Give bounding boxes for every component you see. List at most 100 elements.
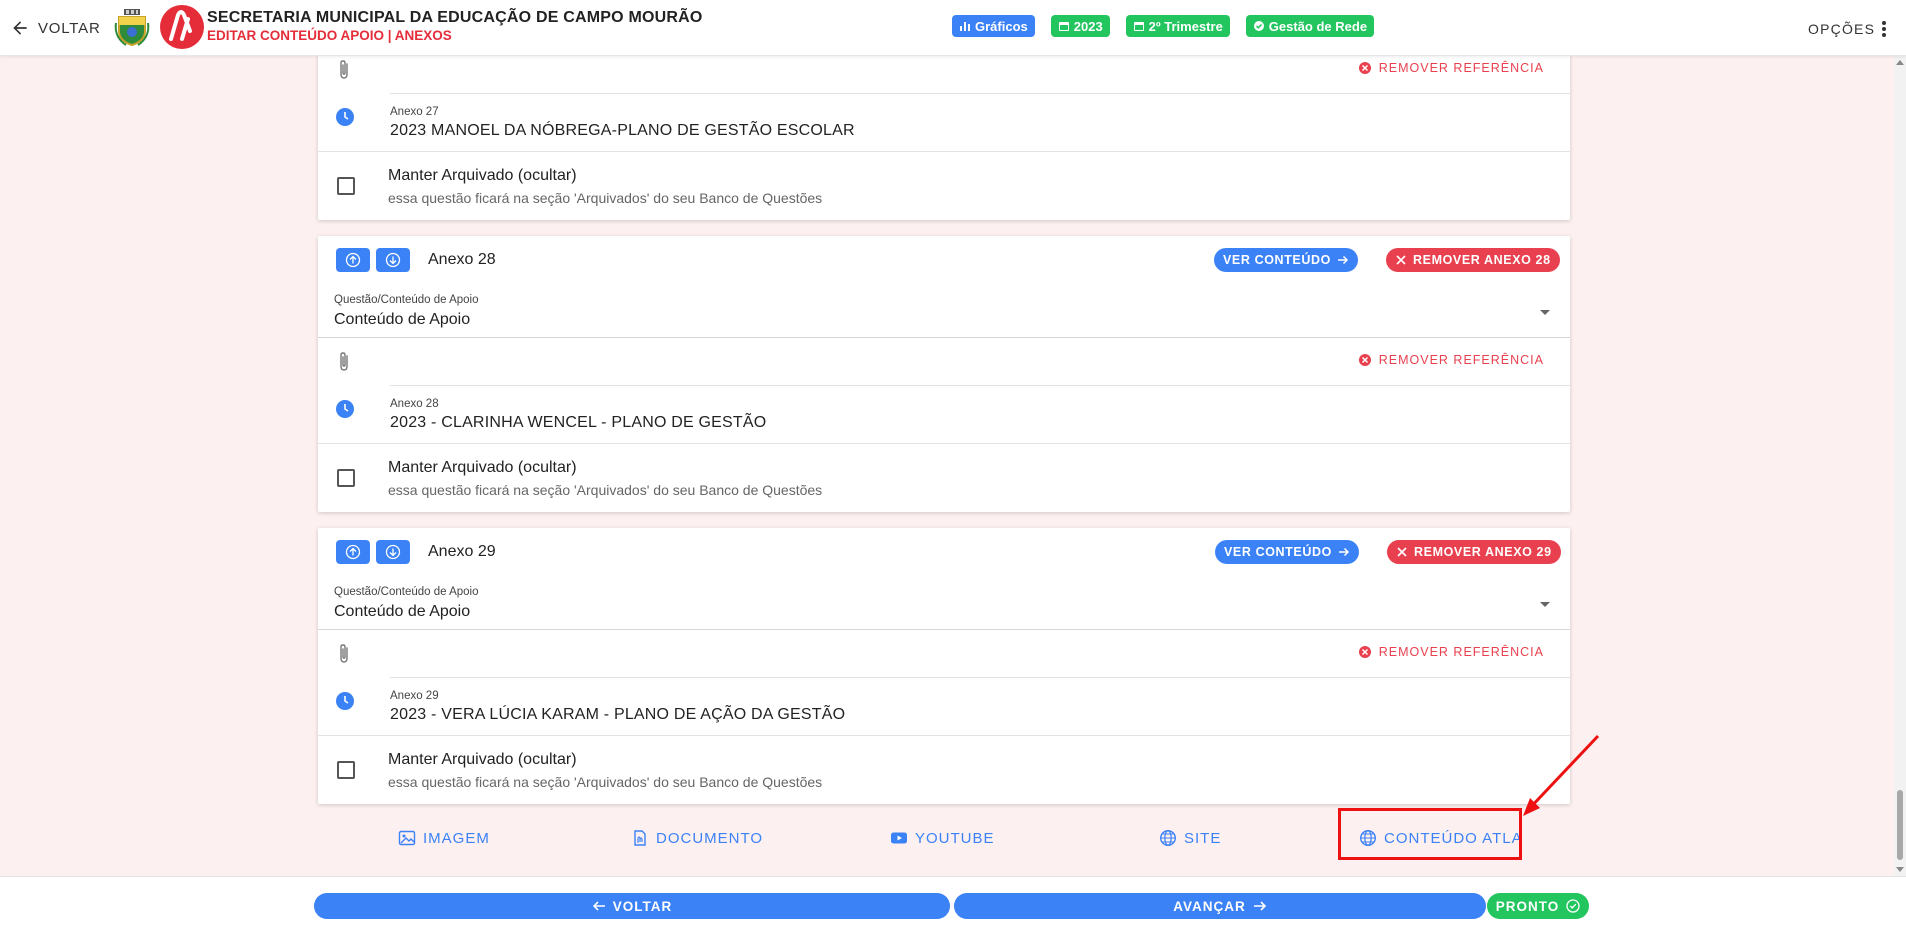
page-title: SECRETARIA MUNICIPAL DA EDUCAÇÃO DE CAMP… [207,9,703,26]
document-touch-icon [634,830,646,846]
remove-reference-label: REMOVER REFERÊNCIA [1378,61,1544,75]
anexo-card-27: REMOVER REFERÊNCIA Anexo 27 2023 MANOEL … [318,56,1570,220]
remove-anexo-label: REMOVER ANEXO 29 [1414,545,1552,559]
image-icon [398,830,416,846]
arrow-down-circle-icon [385,252,401,268]
archive-option[interactable]: Manter Arquivado (ocultar) essa questão … [318,446,1570,512]
add-image-label: IMAGEM [423,829,490,847]
anexo-card-28: Anexo 28 VER CONTEÚDO REMOVER ANEXO 28 Q… [318,236,1570,512]
annotation-arrow-icon [1523,734,1600,816]
anexo-card-29: Anexo 29 VER CONTEÚDO REMOVER ANEXO 29 Q… [318,528,1570,804]
footer-next-button[interactable]: AVANÇAR [954,893,1486,919]
file-field-label: Anexo 29 [390,690,439,702]
remove-anexo-label: REMOVER ANEXO 28 [1413,253,1551,267]
archive-option[interactable]: Manter Arquivado (ocultar) essa questão … [318,738,1570,804]
globe-icon [1159,829,1177,847]
archive-title: Manter Arquivado (ocultar) [388,167,577,184]
caret-down-icon [1540,310,1550,315]
annotation-highlight-box [1338,808,1522,860]
file-field-label: Anexo 27 [390,106,439,118]
add-image-button[interactable]: IMAGEM [398,826,490,850]
view-content-button[interactable]: VER CONTEÚDO [1215,540,1359,564]
file-name: 2023 - VERA LÚCIA KARAM - PLANO DE AÇÃO … [390,706,846,723]
remove-reference-button[interactable]: REMOVER REFERÊNCIA [1358,645,1544,659]
paperclip-icon [340,352,348,371]
remove-anexo-button[interactable]: REMOVER ANEXO 28 [1386,248,1560,272]
anexo-title: Anexo 29 [428,543,496,560]
remove-reference-button[interactable]: REMOVER REFERÊNCIA [1358,353,1544,367]
paperclip-icon [340,644,348,663]
more-vertical-icon [1882,21,1887,37]
move-up-button[interactable] [336,248,370,272]
file-row: Anexo 28 2023 - CLARINHA WENCEL - PLANO … [318,386,1570,444]
file-row: Anexo 27 2023 MANOEL DA NÓBREGA-PLANO DE… [318,94,1570,152]
add-document-button[interactable]: DOCUMENTO [631,826,763,850]
content-type-select[interactable]: Questão/Conteúdo de Apoio Conteúdo de Ap… [318,578,1570,630]
view-content-label: VER CONTEÚDO [1223,253,1331,267]
file-field-label: Anexo 28 [390,398,439,410]
move-down-button[interactable] [376,540,410,564]
close-icon [1397,547,1407,557]
header-back-label: VOLTAR [38,19,101,37]
youtube-icon [891,832,907,844]
archive-checkbox[interactable] [337,177,355,195]
reference-row: REMOVER REFERÊNCIA [318,56,1570,94]
calendar-icon [1058,22,1069,31]
move-up-button[interactable] [336,540,370,564]
remove-anexo-button[interactable]: REMOVER ANEXO 29 [1387,540,1561,564]
clock-icon [336,108,354,126]
top-app-bar: VOLTAR SECRETARIA MUNICIPAL DA EDUCAÇÃO … [0,0,1906,56]
archive-description: essa questão ficará na seção 'Arquivados… [388,774,823,790]
close-circle-icon [1358,62,1371,74]
chip-graficos[interactable]: Gráficos [952,15,1035,37]
check-circle-icon [1566,899,1580,913]
footer-next-label: AVANÇAR [1173,898,1246,914]
reference-row: REMOVER REFERÊNCIA [318,338,1570,386]
chip-trimestre[interactable]: 2º Trimestre [1125,15,1230,37]
clock-icon [336,692,354,710]
chip-gestao-rede[interactable]: Gestão de Rede [1245,15,1375,37]
remove-reference-label: REMOVER REFERÊNCIA [1378,645,1544,659]
scroll-up-arrow-icon[interactable] [1896,60,1904,65]
chip-year[interactable]: 2023 [1050,15,1110,37]
close-icon [1396,255,1406,265]
archive-description: essa questão ficará na seção 'Arquivados… [388,190,823,206]
header-chips: Gráficos 2023 2º Trimestre Gestão de Red… [952,15,1375,37]
add-site-button[interactable]: SITE [1159,826,1221,850]
add-youtube-button[interactable]: YOUTUBE [890,826,995,850]
footer-done-label: PRONTO [1495,898,1560,914]
bar-chart-icon [960,22,970,31]
anexo-title: Anexo 28 [428,251,496,268]
add-youtube-label: YOUTUBE [915,829,995,847]
caret-down-icon [1540,602,1550,607]
file-name: 2023 - CLARINHA WENCEL - PLANO DE GESTÃO [390,414,767,431]
view-content-button[interactable]: VER CONTEÚDO [1214,248,1358,272]
options-menu-button[interactable]: OPÇÕES [1808,20,1887,38]
footer-back-button[interactable]: VOLTAR [314,893,950,919]
add-site-label: SITE [1184,829,1222,847]
arrow-left-icon [13,21,27,35]
card-header: Anexo 28 VER CONTEÚDO REMOVER ANEXO 28 [318,236,1570,286]
archive-checkbox[interactable] [337,761,355,779]
header-back-button[interactable]: VOLTAR [10,18,101,38]
content-type-select[interactable]: Questão/Conteúdo de Apoio Conteúdo de Ap… [318,286,1570,338]
scrollbar-thumb[interactable] [1897,790,1903,860]
file-row: Anexo 29 2023 - VERA LÚCIA KARAM - PLANO… [318,678,1570,736]
arrow-up-circle-icon [345,544,361,560]
footer-done-button[interactable]: PRONTO [1487,893,1589,919]
add-document-label: DOCUMENTO [656,829,764,847]
footer-back-label: VOLTAR [612,898,673,914]
chip-label: 2023 [1073,18,1103,34]
vertical-scrollbar[interactable] [1894,56,1906,876]
archive-option[interactable]: Manter Arquivado (ocultar) essa questão … [318,154,1570,220]
move-down-button[interactable] [376,248,410,272]
footer-bar: VOLTAR AVANÇAR PRONTO [0,876,1906,930]
remove-reference-button[interactable]: REMOVER REFERÊNCIA [1358,61,1544,75]
header-title-block: SECRETARIA MUNICIPAL DA EDUCAÇÃO DE CAMP… [207,9,703,43]
archive-title: Manter Arquivado (ocultar) [388,459,577,476]
scroll-down-arrow-icon[interactable] [1896,867,1904,872]
archive-checkbox[interactable] [337,469,355,487]
card-header: Anexo 29 VER CONTEÚDO REMOVER ANEXO 29 [318,528,1570,578]
clock-icon [336,400,354,418]
select-label: Questão/Conteúdo de Apoio [334,294,479,306]
